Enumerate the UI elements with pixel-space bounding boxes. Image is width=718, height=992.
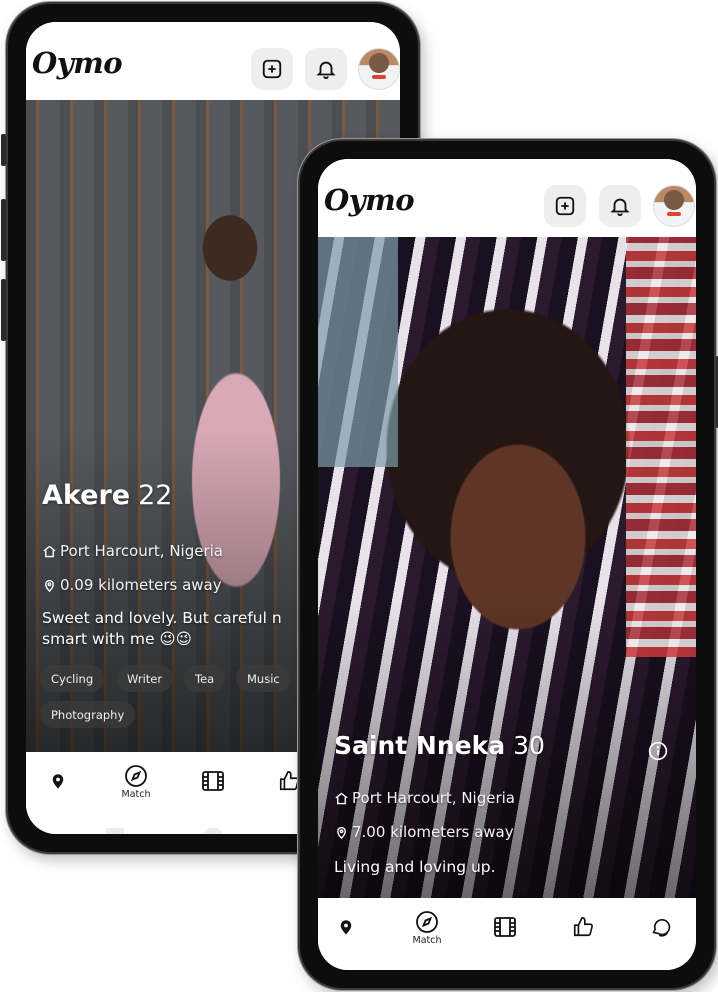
profile-name: Saint Nneka [334, 731, 506, 760]
location-text: Port Harcourt, Nigeria [352, 789, 515, 807]
add-square-icon [555, 196, 575, 216]
compass-icon [416, 911, 438, 933]
nav-hint [204, 828, 222, 834]
bell-icon [316, 61, 336, 80]
interest-chip[interactable]: Tea [184, 665, 226, 692]
bottom-tab-bar: Match [318, 898, 696, 970]
add-button[interactable] [544, 185, 586, 227]
profile-photo[interactable]: Saint Nneka 30 Port Harcourt, Nigeria 7.0… [318, 237, 696, 898]
interest-chip[interactable]: Photography [40, 701, 136, 728]
film-icon [202, 771, 224, 791]
add-square-icon [262, 59, 282, 79]
map-pin-icon [45, 579, 54, 592]
tab-nearby[interactable] [334, 912, 358, 942]
chat-bubble-icon [652, 919, 671, 937]
app-header: Oymo [26, 22, 400, 100]
thumbs-up-icon [279, 771, 299, 791]
side-button [1, 279, 6, 341]
tab-match[interactable]: Match [402, 906, 452, 950]
info-icon [648, 741, 668, 761]
front-phone: Oymo Saint Nneka 30 Port Harcourt, Nigeri… [298, 139, 718, 990]
profile-name-row: Akere 22 [42, 480, 172, 511]
profile-name: Akere [42, 480, 131, 511]
app-logo: Oymo [324, 183, 415, 217]
side-button [1, 199, 6, 261]
background-pattern [626, 237, 696, 657]
tab-videos[interactable] [490, 912, 520, 942]
interest-chip[interactable]: Cycling [40, 665, 105, 692]
side-button [1, 134, 6, 166]
profile-location: Port Harcourt, Nigeria [334, 789, 515, 807]
tab-chat[interactable] [646, 912, 676, 942]
film-icon [494, 917, 516, 937]
tab-match[interactable]: Match [111, 760, 161, 804]
interest-chip[interactable]: Music [236, 665, 291, 692]
interest-chip[interactable]: Writer [116, 665, 174, 692]
front-screen: Oymo Saint Nneka 30 Port Harcourt, Nigeri… [318, 159, 696, 970]
thumbs-up-icon [573, 917, 593, 937]
profile-avatar[interactable] [653, 185, 695, 227]
tab-likes[interactable] [568, 912, 598, 942]
bell-icon [610, 198, 630, 217]
app-logo: Oymo [32, 46, 123, 80]
bio-line: Sweet and lovely. But careful n [42, 609, 282, 627]
map-pin-icon [337, 826, 346, 839]
info-button[interactable] [648, 741, 668, 761]
profile-bio: Living and loving up. [334, 858, 496, 876]
distance-text: 0.09 kilometers away [60, 576, 222, 594]
app-header: Oymo [318, 159, 696, 237]
tab-nearby[interactable] [46, 766, 70, 796]
map-pin-icon [340, 920, 352, 935]
home-icon [335, 792, 348, 804]
home-icon [43, 545, 56, 557]
profile-bio: Sweet and lovely. But careful n smart wi… [42, 608, 282, 650]
bio-line: smart with me 😉😉 [42, 630, 192, 648]
map-pin-icon [52, 774, 64, 789]
profile-avatar[interactable] [358, 48, 400, 90]
profile-location: Port Harcourt, Nigeria [42, 542, 223, 560]
notifications-button[interactable] [599, 185, 641, 227]
compass-icon [125, 765, 147, 787]
tab-videos[interactable] [198, 766, 228, 796]
profile-distance: 7.00 kilometers away [334, 823, 514, 841]
distance-text: 7.00 kilometers away [352, 823, 514, 841]
tab-label: Match [412, 935, 442, 946]
add-button[interactable] [251, 48, 293, 90]
background-wall [318, 237, 398, 467]
location-text: Port Harcourt, Nigeria [60, 542, 223, 560]
profile-age: 22 [138, 480, 173, 511]
profile-name-row: Saint Nneka 30 [334, 731, 545, 760]
tab-label: Match [121, 789, 151, 800]
profile-age: 30 [513, 731, 545, 760]
notifications-button[interactable] [305, 48, 347, 90]
profile-distance: 0.09 kilometers away [42, 576, 222, 594]
nav-hint [106, 828, 124, 834]
